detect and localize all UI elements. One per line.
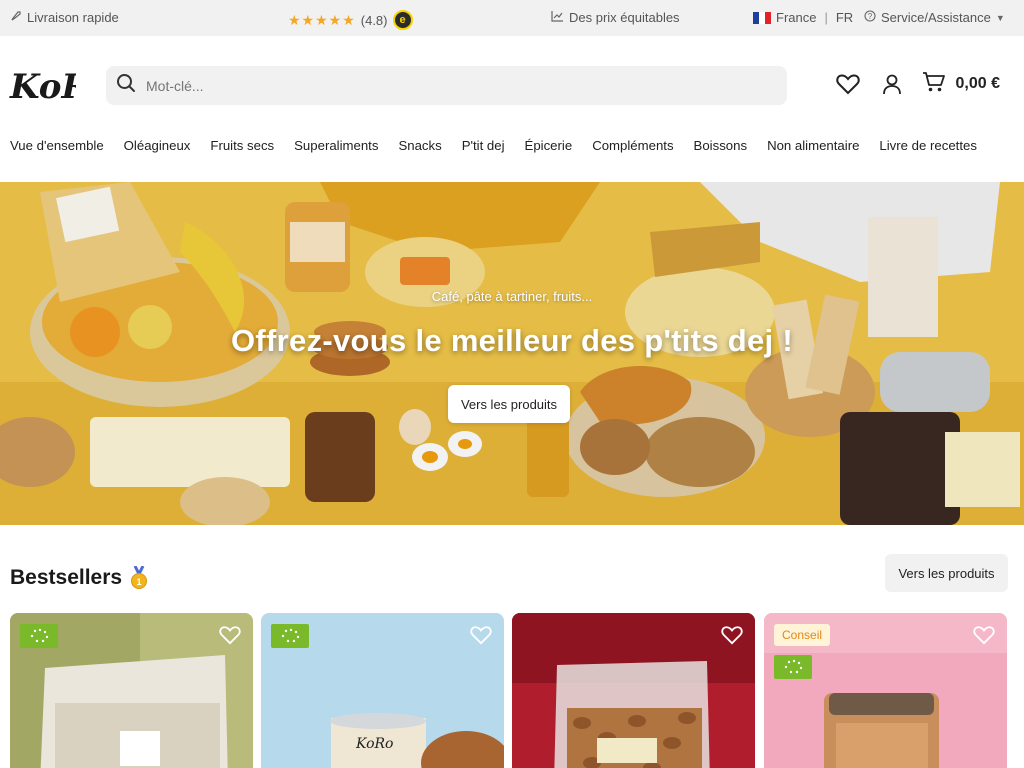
svg-text:KoRo: KoRo [9,67,76,107]
account-user-icon[interactable] [878,70,906,98]
search-input[interactable] [146,77,746,94]
help-icon: ? [864,10,876,25]
hero-title: Offrez-vous le meilleur des p'tits dej ! [231,323,793,358]
trusted-shop-badge-icon: e [392,10,413,30]
bestsellers-heading: Bestsellers 1 [10,565,148,590]
koro-logo[interactable]: KoRo [8,54,112,116]
medal-icon: 1 [130,565,148,590]
nav-item-grocery[interactable]: Épicerie [525,138,573,153]
hero-subtitle: Café, pâte à tartiner, fruits... [431,289,593,304]
product-card[interactable]: Conseil [764,613,1007,768]
rocket-icon [10,10,22,25]
nav-item-non-food[interactable]: Non alimentaire [767,138,859,153]
stars-icon: ★★★★★ [288,11,356,28]
svg-text:?: ? [868,12,873,21]
cart-total: 0,00 € [955,75,1000,92]
favorite-heart-icon[interactable] [721,625,743,645]
prices-label: Des prix équitables [569,10,680,25]
country-language-selector[interactable]: France | FR [753,10,853,25]
organic-eu-label-icon [271,624,309,648]
favorite-heart-icon[interactable] [470,625,492,645]
country-label: France [776,10,817,25]
header-actions: 0,00 € [834,70,1000,98]
france-flag-icon [753,11,771,24]
chart-icon [551,10,564,25]
nav-item-snacks[interactable]: Snacks [398,138,441,153]
organic-eu-label-icon [20,624,58,648]
cart-button[interactable]: 0,00 € [922,71,1000,98]
delivery-label: Livraison rapide [27,10,119,25]
language-label: FR [835,10,854,25]
main-navigation: Vue d'ensemble Oléagineux Fruits secs Su… [10,138,977,153]
chevron-down-icon: ▼ [995,12,1005,23]
search-icon[interactable] [116,73,136,98]
wishlist-heart-icon[interactable] [834,70,862,98]
bestsellers-title: Bestsellers [10,566,123,589]
favorite-heart-icon[interactable] [219,625,241,645]
svg-text:KoRo: KoRo [355,736,393,752]
nav-item-recipe-book[interactable]: Livre de recettes [879,138,977,153]
service-label: Service/Assistance [881,10,991,25]
favorite-heart-icon[interactable] [973,625,995,645]
search-bar[interactable] [106,66,787,105]
fair-prices-info: Des prix équitables [551,10,680,25]
nav-item-superfoods[interactable]: Superaliments [294,138,378,153]
svg-text:1: 1 [137,577,142,587]
product-card[interactable]: KoRo [261,613,504,768]
fast-delivery-info: Livraison rapide [10,10,119,25]
rating-value: (4.8) [360,12,388,28]
product-image-almonds [512,613,755,768]
service-dropdown[interactable]: ? Service/Assistance ▼ [864,10,1005,25]
hero-cta-button[interactable]: Vers les produits [448,385,570,423]
nav-item-nuts[interactable]: Oléagineux [124,138,191,153]
organic-eu-label-icon [774,655,812,679]
top-bar: Livraison rapide ★★★★★ (4.8) e Des prix … [0,0,1024,36]
product-card[interactable] [512,613,755,768]
nav-item-drinks[interactable]: Boissons [694,138,748,153]
nav-item-overview[interactable]: Vue d'ensemble [10,138,104,153]
bestsellers-view-products-button[interactable]: Vers les produits [885,554,1008,592]
nav-item-supplements[interactable]: Compléments [592,138,673,153]
product-card[interactable] [10,613,253,768]
rating-widget[interactable]: ★★★★★ (4.8) e [288,10,413,30]
nav-item-breakfast[interactable]: P'tit dej [462,138,505,153]
cart-icon [922,71,946,98]
separator: | [824,10,828,25]
advice-badge: Conseil [774,624,831,646]
nav-item-dried-fruits[interactable]: Fruits secs [210,138,274,153]
